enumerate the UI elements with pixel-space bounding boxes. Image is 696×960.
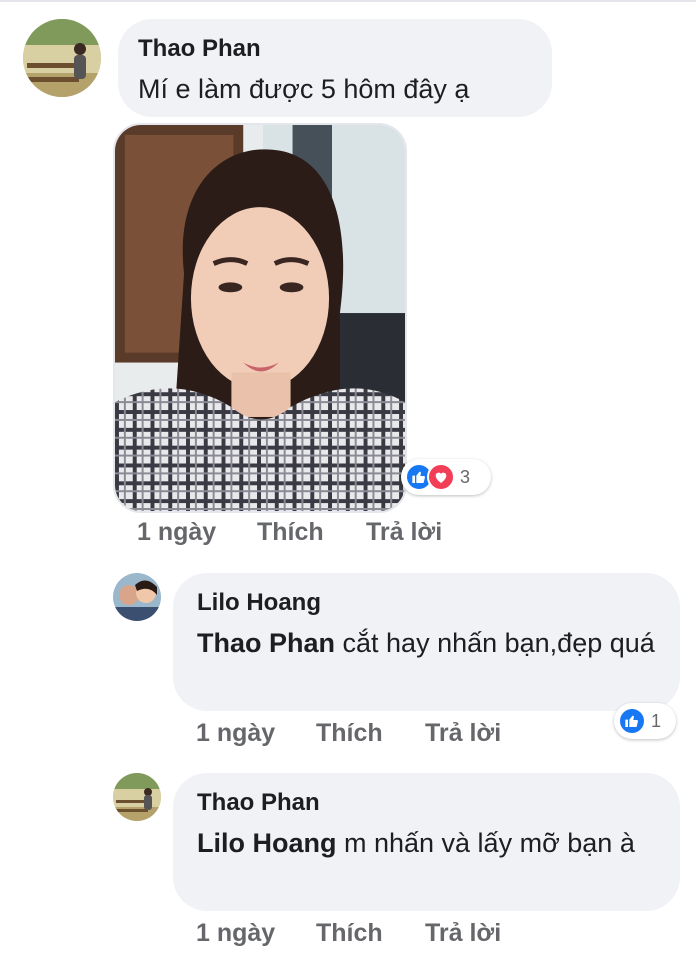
- comment-timestamp[interactable]: 1 ngày: [137, 518, 216, 547]
- comment-timestamp[interactable]: 1 ngày: [196, 919, 275, 948]
- reaction-summary[interactable]: 3: [401, 459, 491, 495]
- like-icon: [618, 707, 646, 735]
- reply-button[interactable]: Trả lời: [366, 518, 442, 547]
- avatar[interactable]: [23, 19, 101, 97]
- comment-author[interactable]: Thao Phan: [197, 789, 656, 817]
- top-divider: [0, 0, 696, 2]
- comment-text: Mí e làm được 5 hôm đây ạ: [138, 74, 470, 104]
- comment-bubble: Thao Phan Mí e làm được 5 hôm đây ạ: [118, 19, 552, 117]
- reaction-count: 3: [460, 466, 471, 487]
- comment-body: cắt hay nhấn bạn,đẹp quá: [335, 628, 655, 658]
- comment-photo[interactable]: [113, 123, 407, 513]
- comment-bubble: Thao Phan Lilo Hoang m nhấn và lấy mỡ bạ…: [173, 773, 680, 911]
- comment-author[interactable]: Lilo Hoang: [197, 589, 656, 617]
- reaction-count: 1: [651, 710, 662, 731]
- comment-timestamp[interactable]: 1 ngày: [196, 719, 275, 748]
- comment-text: Thao Phan cắt hay nhấn bạn,đẹp quá: [197, 623, 656, 663]
- reply-button[interactable]: Trả lời: [425, 919, 501, 948]
- avatar[interactable]: [113, 773, 161, 821]
- like-button[interactable]: Thích: [257, 518, 324, 547]
- comment-text: Lilo Hoang m nhấn và lấy mỡ bạn à: [197, 823, 656, 863]
- comment-author[interactable]: Thao Phan: [138, 35, 532, 63]
- like-button[interactable]: Thích: [316, 719, 383, 748]
- reaction-summary[interactable]: 1: [614, 703, 676, 739]
- mention-link[interactable]: Lilo Hoang: [197, 828, 336, 858]
- comment-body: m nhấn và lấy mỡ bạn à: [336, 828, 635, 858]
- reply-button[interactable]: Trả lời: [425, 719, 501, 748]
- avatar[interactable]: [113, 573, 161, 621]
- comment-bubble: Lilo Hoang Thao Phan cắt hay nhấn bạn,đẹ…: [173, 573, 680, 711]
- mention-link[interactable]: Thao Phan: [197, 628, 335, 658]
- love-icon: [427, 463, 455, 491]
- like-button[interactable]: Thích: [316, 919, 383, 948]
